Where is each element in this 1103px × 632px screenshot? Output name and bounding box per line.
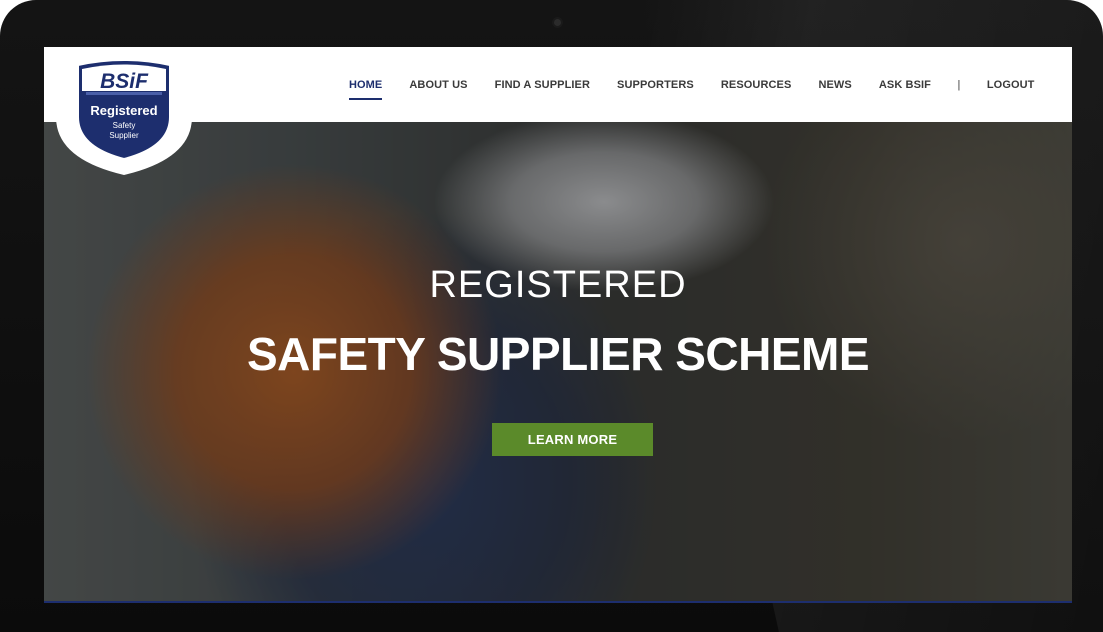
hero-banner: REGISTERED SAFETY SUPPLIER SCHEME LEARN … (44, 122, 1072, 601)
logo-line1: Registered (90, 103, 157, 118)
nav-news[interactable]: NEWS (805, 79, 865, 91)
logo-line3: Supplier (109, 131, 139, 140)
logo-line2: Safety (113, 121, 136, 130)
webcam-icon (554, 19, 561, 26)
browser-screen: HOME ABOUT US FIND A SUPPLIER SUPPORTERS… (44, 47, 1072, 601)
nav-about-us[interactable]: ABOUT US (396, 79, 481, 91)
nav-ask-bsif[interactable]: ASK BSIF (865, 79, 944, 91)
logo-shield-icon: BSiF Registered Safety Supplier (56, 47, 192, 175)
bsif-logo[interactable]: BSiF Registered Safety Supplier (56, 47, 192, 175)
nav-find-a-supplier[interactable]: FIND A SUPPLIER (481, 79, 603, 91)
hero-content: REGISTERED SAFETY SUPPLIER SCHEME LEARN … (44, 122, 1072, 601)
site-header: HOME ABOUT US FIND A SUPPLIER SUPPORTERS… (44, 47, 1072, 122)
main-nav: HOME ABOUT US FIND A SUPPLIER SUPPORTERS… (335, 47, 1048, 122)
hero-subtitle: REGISTERED (429, 264, 687, 306)
nav-separator: | (957, 78, 961, 91)
nav-resources[interactable]: RESOURCES (707, 79, 805, 91)
hero-title: SAFETY SUPPLIER SCHEME (246, 328, 870, 380)
screen-bottom-rule (44, 601, 1072, 603)
learn-more-button[interactable]: LEARN MORE (492, 423, 653, 456)
nav-home[interactable]: HOME (335, 79, 395, 100)
nav-logout[interactable]: LOGOUT (973, 79, 1048, 91)
logo-brand-text: BSiF (100, 70, 149, 93)
nav-supporters[interactable]: SUPPORTERS (604, 79, 708, 91)
